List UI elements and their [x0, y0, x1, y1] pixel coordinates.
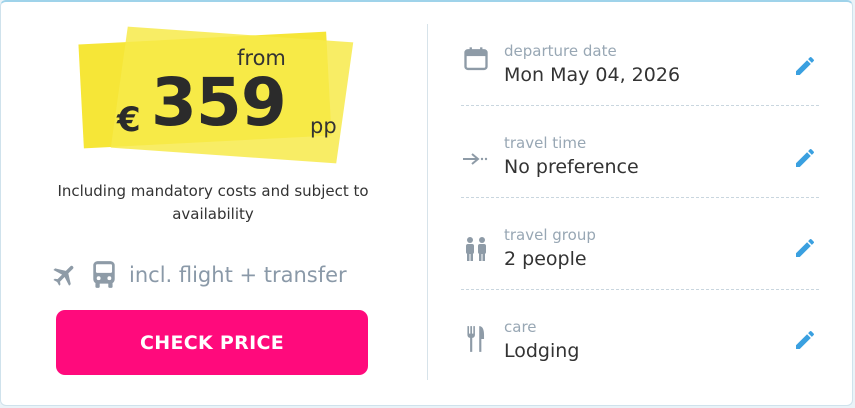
check-price-button[interactable]: CHECK PRICE: [56, 310, 368, 375]
includes-row: incl. flight + transfer: [51, 258, 347, 292]
includes-text: incl. flight + transfer: [129, 263, 347, 287]
price-per-person: pp: [310, 114, 337, 138]
price-currency: €: [117, 100, 141, 140]
detail-label: travel time: [504, 134, 587, 152]
airplane-icon: [51, 261, 79, 289]
people-icon: [461, 234, 491, 264]
offer-card: from € 359 pp Including mandatory costs …: [0, 0, 853, 406]
edit-travel-group-icon[interactable]: [791, 234, 819, 262]
price-note: Including mandatory costs and subject to…: [57, 182, 369, 223]
detail-row-care: care Lodging: [461, 290, 819, 382]
edit-travel-time-icon[interactable]: [791, 144, 819, 172]
detail-value: Mon May 04, 2026: [504, 64, 681, 86]
detail-value: 2 people: [504, 248, 587, 270]
price-panel: from € 359 pp Including mandatory costs …: [1, 2, 425, 408]
detail-value: Lodging: [504, 340, 580, 362]
edit-departure-date-icon[interactable]: [791, 52, 819, 80]
detail-row-travel-group: travel group 2 people: [461, 198, 819, 290]
arrow-right-icon: [461, 144, 491, 174]
calendar-icon: [461, 44, 491, 74]
fork-knife-icon: [461, 324, 491, 354]
detail-row-travel-time: travel time No preference: [461, 106, 819, 198]
detail-label: care: [504, 318, 537, 336]
bus-icon: [91, 260, 117, 290]
detail-row-departure-date: departure date Mon May 04, 2026: [461, 14, 819, 106]
detail-label: travel group: [504, 226, 596, 244]
price-amount: 359: [151, 64, 287, 141]
trip-details: departure date Mon May 04, 2026 travel t…: [461, 2, 821, 408]
detail-value: No preference: [504, 156, 639, 178]
column-divider: [427, 24, 428, 380]
edit-care-icon[interactable]: [791, 326, 819, 354]
detail-label: departure date: [504, 42, 617, 60]
